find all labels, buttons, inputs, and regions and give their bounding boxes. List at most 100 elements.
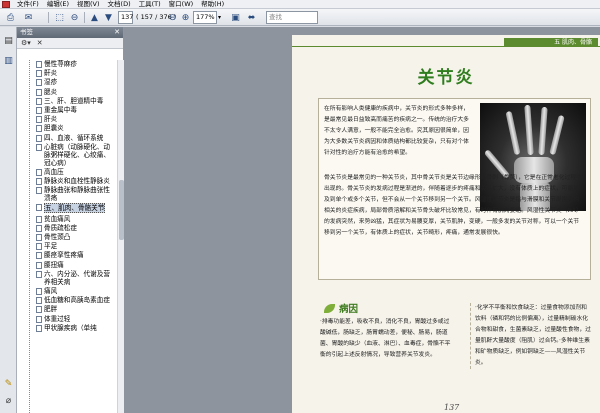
- bookmark-item[interactable]: 贫血痛风: [17, 215, 117, 223]
- menu-document[interactable]: 文档(D): [104, 0, 135, 9]
- zoom-out-button-icon[interactable]: ⊖: [166, 11, 179, 24]
- bookmark-item[interactable]: 鼾炎: [17, 69, 117, 78]
- bookmark-page-icon: [36, 125, 42, 133]
- search-input[interactable]: 查找: [266, 11, 318, 24]
- bookmark-item[interactable]: 胆囊炎: [17, 124, 117, 133]
- bookmark-item[interactable]: 腰痉挛性疼痛: [17, 251, 117, 260]
- section-heading: 病因: [324, 301, 358, 315]
- zoom-in-button-icon[interactable]: ⊕: [179, 11, 192, 24]
- comments-icon[interactable]: ✎: [3, 378, 14, 390]
- bookmark-label: 慢性荨麻疹: [44, 60, 77, 68]
- bookmark-item[interactable]: 肥胖: [17, 305, 117, 314]
- bookmark-label: 静脉炎和血栓性静脉炎: [44, 177, 110, 186]
- bookmark-page-icon: [36, 261, 42, 269]
- bookmark-item[interactable]: 五、肌肉、骨骼关节: [17, 203, 117, 214]
- bookmark-label: 湿疹: [44, 78, 58, 87]
- bookmark-item[interactable]: 三、肝、胆道精中毒: [17, 97, 117, 105]
- bookmark-page-icon: [36, 297, 42, 305]
- next-page-icon[interactable]: ▼: [102, 11, 115, 24]
- bookmark-page-icon: [36, 116, 42, 124]
- bookmark-item[interactable]: 静脉曲张和静脉曲张性溃疡: [17, 186, 117, 202]
- bookmark-list: 慢性荨麻疹 鼾炎 湿疹 腮炎 三、肝、胆道精中毒 重金属中毒 肝炎 胆囊炎 四、血液、循环系统心…: [17, 60, 117, 413]
- bookmark-item[interactable]: 慢性荨麻疹: [17, 60, 117, 68]
- bookmark-page-icon: [36, 178, 42, 186]
- intro-paragraph-2: 骨关节炎是最常见的一种关节炎，其中骨关节炎是关节边缘形成骨刺（骨赘），它是在正常…: [324, 175, 582, 236]
- bookmark-page-icon: [36, 243, 42, 251]
- bookmark-label: 三、肝、胆道精中毒: [44, 96, 104, 105]
- bookmark-page-icon: [36, 97, 42, 105]
- bookmark-page-icon: [36, 70, 42, 78]
- menu-edit[interactable]: 编辑(E): [43, 0, 73, 9]
- bookmark-item[interactable]: 骨性颈凸: [17, 233, 117, 241]
- options-icon[interactable]: ⚙▾: [21, 39, 31, 47]
- leaf-icon: [324, 303, 335, 313]
- menu-file[interactable]: 文件(F): [13, 0, 43, 9]
- bookmark-label: 腰扭痛: [44, 260, 64, 269]
- zoom-out-icon[interactable]: ⊖: [68, 11, 81, 24]
- bookmark-label: 痛风: [44, 286, 58, 295]
- menu-window[interactable]: 窗口(W): [165, 0, 198, 9]
- bookmark-item[interactable]: 体重过轻: [17, 315, 117, 323]
- bookmark-item[interactable]: 甲状腺疾病（单纯: [17, 324, 117, 332]
- page-number-input[interactable]: 137: [118, 11, 133, 24]
- section-title: 病因: [339, 304, 359, 315]
- bookmark-page-icon: [36, 252, 42, 260]
- bookmark-item[interactable]: 平足: [17, 242, 117, 251]
- pages-panel-icon[interactable]: ▤: [3, 35, 14, 47]
- bookmark-item[interactable]: 痛风: [17, 287, 117, 295]
- app-icon: [2, 0, 10, 8]
- bookmark-item[interactable]: 低血糖和高胰岛素血症: [17, 296, 117, 305]
- intro-paragraph-1: 在所有影响人类健康的疾病中，关节炎的形式多种多样，是最常见最日益致高而痛苦的疾病…: [324, 106, 469, 156]
- toolbar-divider: [84, 12, 85, 23]
- bookmark-item[interactable]: 湿疹: [17, 78, 117, 87]
- bookmark-item[interactable]: 肝炎: [17, 115, 117, 124]
- bookmark-item[interactable]: 骨质疏松症: [17, 224, 117, 232]
- bookmark-page-icon: [36, 187, 42, 195]
- scrollbar[interactable]: [117, 60, 124, 413]
- bookmark-item[interactable]: 腰扭痛: [17, 261, 117, 269]
- bookmark-page-icon: [36, 306, 42, 314]
- bookmarks-panel-icon[interactable]: ▥: [3, 55, 14, 67]
- bookmark-page-icon: [36, 324, 42, 332]
- bookmark-page-icon: [36, 270, 42, 278]
- bookmark-item[interactable]: 六、内分泌、代谢及营养相关病: [17, 270, 117, 286]
- bookmark-label: 五、肌肉、骨骼关节: [44, 203, 106, 214]
- delete-icon[interactable]: ✕: [37, 39, 43, 47]
- bookmark-label: 低血糖和高胰岛素血症: [44, 296, 110, 305]
- bookmark-label: 贫血痛风: [44, 214, 71, 223]
- fit-width-icon[interactable]: ⬌: [245, 11, 258, 24]
- zoom-level-field[interactable]: 177%: [193, 11, 217, 24]
- prev-page-icon[interactable]: ▲: [88, 11, 101, 24]
- panel-title: 书签: [20, 28, 33, 36]
- bookmark-item[interactable]: 重金属中毒: [17, 106, 117, 114]
- bookmark-item[interactable]: 腮炎: [17, 88, 117, 96]
- bookmark-label: 体重过轻: [44, 314, 71, 323]
- bookmark-label: 六、内分泌、代谢及营养相关病: [44, 269, 110, 286]
- bookmark-item[interactable]: 高血压: [17, 168, 117, 176]
- zoom-dropdown-icon[interactable]: ▾: [218, 11, 221, 24]
- print-icon[interactable]: ⎙: [4, 11, 17, 24]
- bookmark-page-icon: [36, 204, 42, 212]
- fit-page-icon[interactable]: ▣: [229, 11, 242, 24]
- email-icon[interactable]: ✉: [22, 11, 35, 24]
- attachments-icon[interactable]: ⌀: [3, 395, 14, 407]
- bookmark-page-icon: [36, 315, 42, 323]
- close-icon[interactable]: ✕: [114, 27, 120, 38]
- bookmark-item[interactable]: 静脉炎和血栓性静脉炎: [17, 177, 117, 186]
- bookmark-label: 心脏病（动脉硬化、动脉粥样硬化、心绞痛、冠心病）: [44, 142, 110, 167]
- bookmark-item[interactable]: 心脏病（动脉硬化、动脉粥样硬化、心绞痛、冠心病）: [17, 143, 117, 167]
- xray-bone: [505, 110, 521, 156]
- bookmark-page-icon: [36, 106, 42, 114]
- bookmark-item[interactable]: 四、血液、循环系统: [17, 134, 117, 142]
- menu-help[interactable]: 帮助(H): [197, 0, 228, 9]
- bookmark-page-icon: [36, 143, 42, 151]
- menu-tools[interactable]: 工具(T): [135, 0, 165, 9]
- bookmark-page-icon: [36, 79, 42, 87]
- xray-bone: [538, 106, 548, 156]
- bookmark-label: 胆囊炎: [44, 124, 64, 133]
- menu-view[interactable]: 视图(V): [73, 0, 104, 9]
- document-area: 五 肌肉、骨骼 关节炎 在所有影响人类健康的疾病中，关节炎的形式多种多样，是最常…: [124, 27, 600, 413]
- bookmarks-panel: 书签 ✕ ⚙▾ ✕ 慢性荨麻疹 鼾炎 湿疹 腮炎 三、肝、胆道精中毒 重金属中毒 肝炎 胆囊炎…: [17, 27, 124, 413]
- select-tool-icon[interactable]: ⬚: [53, 11, 66, 24]
- page-number: 137: [444, 403, 460, 412]
